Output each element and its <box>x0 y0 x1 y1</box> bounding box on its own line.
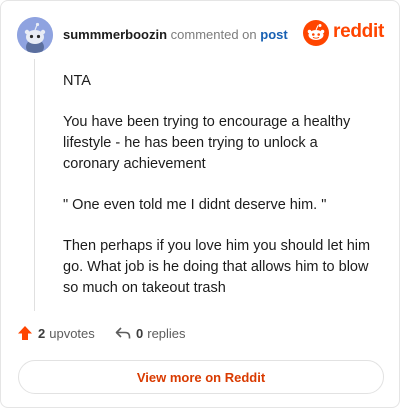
comment-header: summmerboozin commented on post reddit <box>17 17 384 53</box>
replies-count: 0 <box>136 325 144 341</box>
reply-arrow-icon <box>115 327 131 339</box>
comment-paragraph: Then perhaps if you love him you should … <box>63 238 371 296</box>
comment-paragraph: NTA <box>63 73 91 89</box>
action-text: commented on <box>170 27 257 42</box>
author-name[interactable]: summmerboozin <box>63 27 167 42</box>
upvotes-label: upvotes <box>49 325 95 341</box>
comment-paragraph: " One even told me I didnt deserve him. … <box>63 197 327 213</box>
upvote-arrow-icon <box>18 326 32 340</box>
comment-paragraph: You have been trying to encourage a heal… <box>63 114 351 172</box>
avatar-snoo-icon <box>17 17 53 53</box>
post-link[interactable]: post <box>260 27 287 42</box>
reddit-logo[interactable]: reddit <box>303 19 384 47</box>
logo-text: reddit <box>333 21 384 42</box>
replies-label: replies <box>147 325 186 341</box>
user-avatar[interactable] <box>17 17 53 53</box>
comment-body: NTA You have been trying to encourage a … <box>63 71 373 319</box>
reddit-comment-embed: summmerboozin commented on post reddit N… <box>0 0 400 408</box>
upvotes-count: 2 <box>38 325 46 341</box>
reddit-logo-icon <box>303 20 329 46</box>
replies-stat[interactable]: 0 replies <box>115 325 186 341</box>
upvotes-stat[interactable]: 2 upvotes <box>17 325 95 341</box>
comment-footer: 2 upvotes 0 replies <box>17 325 357 347</box>
view-more-button[interactable]: View more on Reddit <box>18 360 384 394</box>
comment-meta: summmerboozin commented on post <box>63 27 288 42</box>
thread-line <box>34 59 35 311</box>
